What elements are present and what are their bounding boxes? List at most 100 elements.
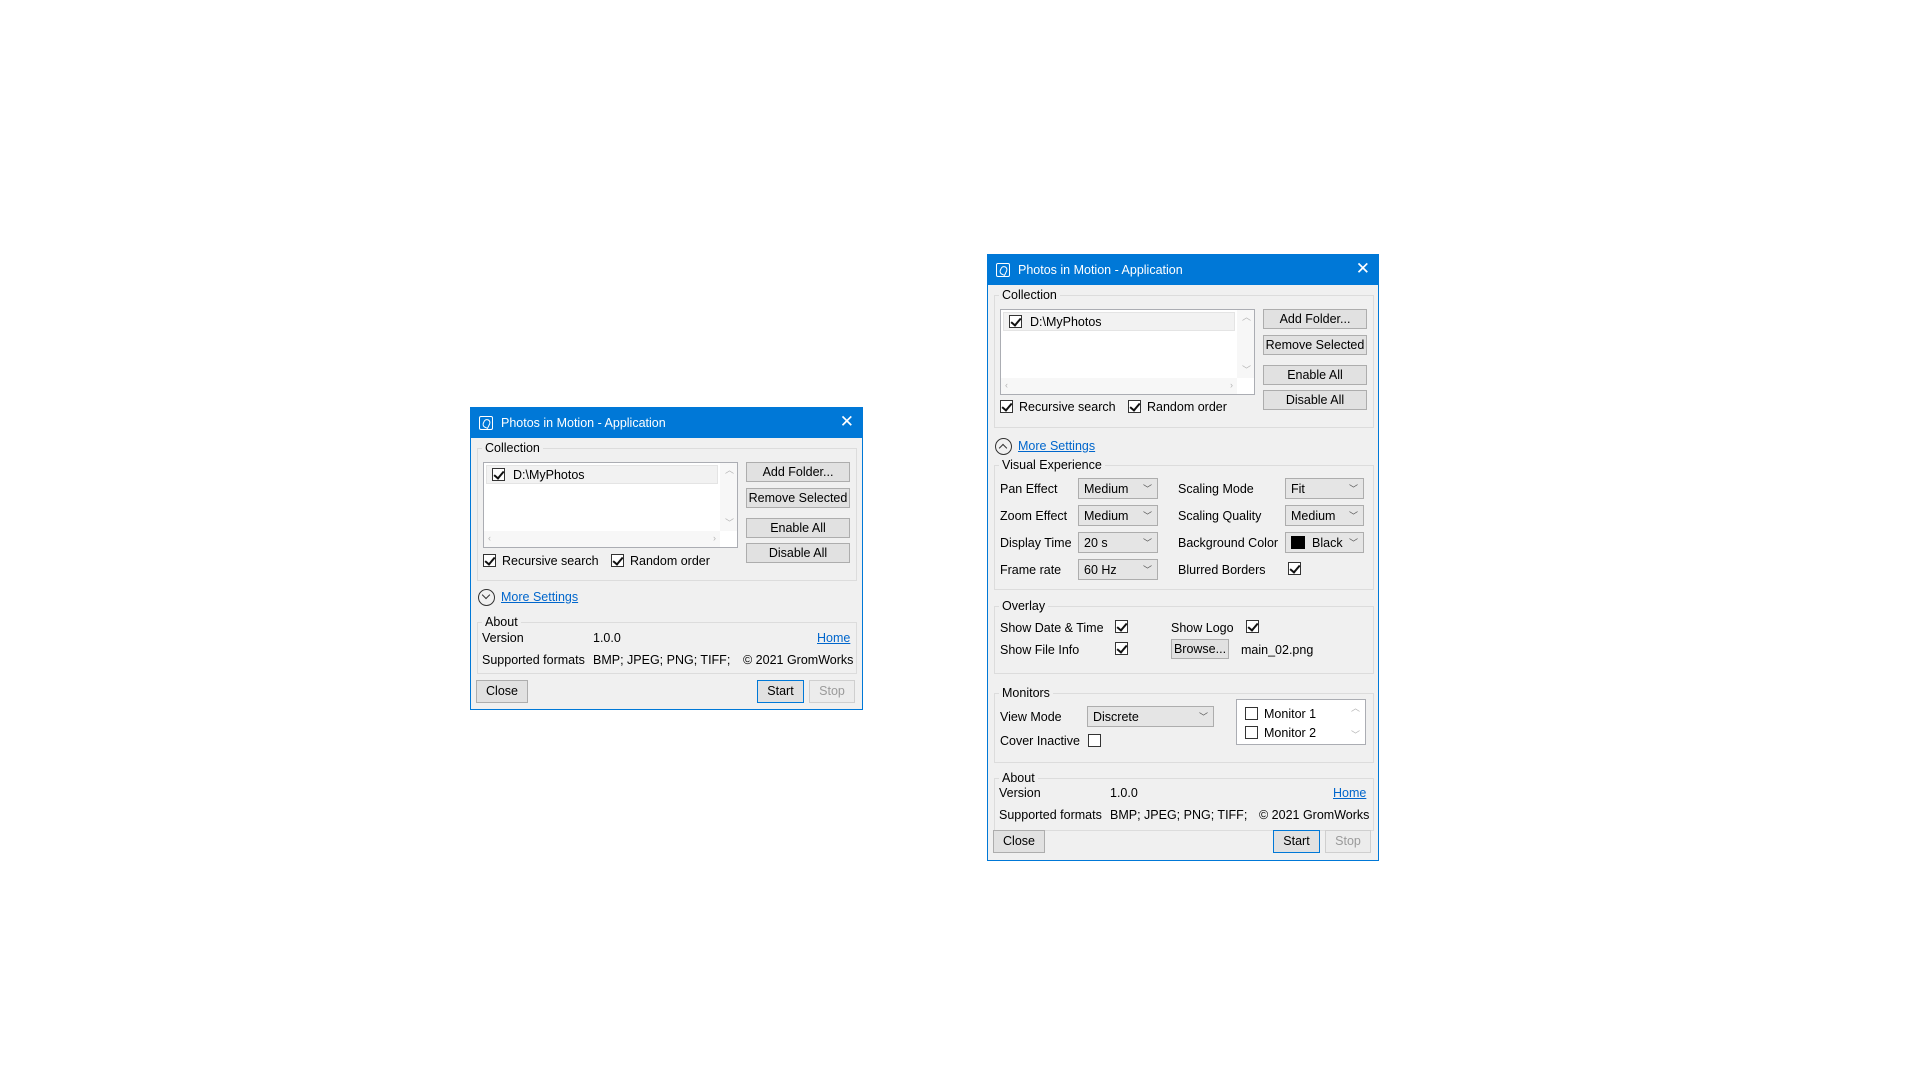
random-order-label[interactable]: Random order bbox=[1147, 400, 1227, 414]
recursive-search-checkbox[interactable] bbox=[1000, 400, 1013, 413]
blurred-borders-label: Blurred Borders bbox=[1178, 563, 1266, 577]
scaling-mode-dropdown[interactable]: Fit ﹀ bbox=[1285, 478, 1364, 499]
show-date-time-checkbox[interactable] bbox=[1115, 620, 1128, 633]
show-date-time-label: Show Date & Time bbox=[1000, 621, 1104, 635]
about-label: About bbox=[999, 771, 1038, 785]
show-logo-checkbox[interactable] bbox=[1246, 620, 1259, 633]
display-time-value: 20 s bbox=[1084, 536, 1108, 550]
folder-list[interactable]: D:\MyPhotos ︿ ﹀ ‹ › bbox=[483, 462, 738, 548]
recursive-search-checkbox[interactable] bbox=[483, 554, 496, 567]
recursive-search-label[interactable]: Recursive search bbox=[502, 554, 599, 568]
scroll-up-icon[interactable]: ︿ bbox=[1242, 313, 1251, 322]
random-order-checkbox[interactable] bbox=[611, 554, 624, 567]
scroll-right-icon[interactable]: › bbox=[1230, 381, 1233, 390]
collapse-chevron-icon[interactable] bbox=[995, 438, 1012, 455]
stop-button[interactable]: Stop bbox=[1325, 830, 1371, 853]
chevron-down-icon: ﹀ bbox=[1142, 538, 1152, 548]
browse-button[interactable]: Browse... bbox=[1171, 639, 1229, 659]
monitor-2-label[interactable]: Monitor 2 bbox=[1264, 726, 1316, 740]
about-label: About bbox=[482, 615, 521, 629]
close-icon[interactable]: ✕ bbox=[1356, 260, 1370, 278]
list-item[interactable]: D:\MyPhotos bbox=[486, 465, 718, 484]
scroll-left-icon[interactable]: ‹ bbox=[488, 534, 491, 543]
scroll-down-icon[interactable]: ﹀ bbox=[1242, 366, 1251, 375]
background-color-dropdown[interactable]: Black ﹀ bbox=[1285, 532, 1364, 553]
chevron-down-icon: ﹀ bbox=[1348, 511, 1358, 521]
collection-label: Collection bbox=[482, 441, 543, 455]
vertical-scrollbar[interactable]: ︿ ﹀ bbox=[1237, 310, 1254, 378]
more-settings-link[interactable]: More Settings bbox=[1018, 439, 1095, 453]
expand-chevron-icon[interactable] bbox=[478, 589, 495, 606]
chevron-down-icon: ﹀ bbox=[1348, 538, 1358, 548]
home-link[interactable]: Home bbox=[817, 631, 850, 645]
close-button[interactable]: Close bbox=[993, 830, 1045, 853]
blurred-borders-checkbox[interactable] bbox=[1288, 562, 1301, 575]
recursive-search-label[interactable]: Recursive search bbox=[1019, 400, 1116, 414]
start-button[interactable]: Start bbox=[1273, 830, 1320, 853]
logo-file-name: main_02.png bbox=[1241, 643, 1314, 657]
scaling-mode-label: Scaling Mode bbox=[1178, 482, 1254, 496]
overlay-label: Overlay bbox=[999, 599, 1049, 613]
monitor-1-checkbox[interactable] bbox=[1245, 707, 1258, 720]
background-color-value: Black bbox=[1312, 536, 1343, 550]
title-bar[interactable]: Photos in Motion - Application ✕ bbox=[988, 255, 1378, 285]
random-order-label[interactable]: Random order bbox=[630, 554, 710, 568]
remove-selected-button[interactable]: Remove Selected bbox=[746, 488, 850, 508]
horizontal-scrollbar[interactable]: ‹ › bbox=[1001, 378, 1237, 394]
add-folder-button[interactable]: Add Folder... bbox=[1263, 309, 1367, 329]
enable-all-button[interactable]: Enable All bbox=[746, 518, 850, 538]
frame-rate-dropdown[interactable]: 60 Hz ﹀ bbox=[1078, 559, 1158, 580]
pan-effect-value: Medium bbox=[1084, 482, 1129, 496]
vertical-scrollbar[interactable]: ︿ ﹀ bbox=[720, 463, 737, 531]
scroll-up-icon[interactable]: ︿ bbox=[1351, 704, 1360, 713]
scroll-down-icon[interactable]: ﹀ bbox=[1351, 731, 1360, 740]
folder-enabled-checkbox[interactable] bbox=[1009, 315, 1022, 328]
show-file-info-checkbox[interactable] bbox=[1115, 642, 1128, 655]
frame-rate-label: Frame rate bbox=[1000, 563, 1062, 577]
version-label: Version bbox=[482, 631, 524, 645]
folder-path: D:\MyPhotos bbox=[1030, 315, 1102, 329]
scroll-down-icon[interactable]: ﹀ bbox=[725, 519, 734, 528]
remove-selected-button[interactable]: Remove Selected bbox=[1263, 335, 1367, 355]
disable-all-button[interactable]: Disable All bbox=[746, 543, 850, 563]
about-group bbox=[994, 778, 1374, 831]
monitor-2-checkbox[interactable] bbox=[1245, 726, 1258, 739]
folder-list[interactable]: D:\MyPhotos ︿ ﹀ ‹ › bbox=[1000, 309, 1255, 395]
zoom-effect-value: Medium bbox=[1084, 509, 1129, 523]
title-bar[interactable]: Photos in Motion - Application ✕ bbox=[471, 408, 862, 438]
copyright-text: © 2021 GromWorks bbox=[743, 653, 854, 667]
list-item[interactable]: D:\MyPhotos bbox=[1003, 312, 1235, 331]
show-logo-label: Show Logo bbox=[1171, 621, 1234, 635]
window-title: Photos in Motion - Application bbox=[1018, 263, 1183, 277]
pan-effect-label: Pan Effect bbox=[1000, 482, 1058, 496]
disable-all-button[interactable]: Disable All bbox=[1263, 390, 1367, 410]
scroll-right-icon[interactable]: › bbox=[713, 534, 716, 543]
background-color-label: Background Color bbox=[1178, 536, 1279, 550]
monitor-1-label[interactable]: Monitor 1 bbox=[1264, 707, 1316, 721]
pan-effect-dropdown[interactable]: Medium ﹀ bbox=[1078, 478, 1158, 499]
monitor-list[interactable]: Monitor 1 Monitor 2 ︿ ﹀ bbox=[1236, 699, 1366, 745]
horizontal-scrollbar[interactable]: ‹ › bbox=[484, 531, 720, 547]
cover-inactive-label: Cover Inactive bbox=[1000, 734, 1080, 748]
more-settings-link[interactable]: More Settings bbox=[501, 590, 578, 604]
large-app-window: Photos in Motion - Application ✕ Collect… bbox=[987, 254, 1379, 861]
home-link[interactable]: Home bbox=[1333, 786, 1366, 800]
scroll-left-icon[interactable]: ‹ bbox=[1005, 381, 1008, 390]
random-order-checkbox[interactable] bbox=[1128, 400, 1141, 413]
app-icon bbox=[479, 416, 493, 430]
enable-all-button[interactable]: Enable All bbox=[1263, 365, 1367, 385]
scaling-quality-dropdown[interactable]: Medium ﹀ bbox=[1285, 505, 1364, 526]
display-time-dropdown[interactable]: 20 s ﹀ bbox=[1078, 532, 1158, 553]
close-icon[interactable]: ✕ bbox=[840, 413, 854, 431]
scroll-up-icon[interactable]: ︿ bbox=[725, 466, 734, 475]
folder-enabled-checkbox[interactable] bbox=[492, 468, 505, 481]
app-icon bbox=[996, 263, 1010, 277]
zoom-effect-dropdown[interactable]: Medium ﹀ bbox=[1078, 505, 1158, 526]
start-button[interactable]: Start bbox=[757, 680, 804, 703]
chevron-down-icon: ﹀ bbox=[1142, 484, 1152, 494]
cover-inactive-checkbox[interactable] bbox=[1088, 734, 1101, 747]
stop-button[interactable]: Stop bbox=[809, 680, 855, 703]
view-mode-dropdown[interactable]: Discrete ﹀ bbox=[1087, 706, 1214, 727]
close-button[interactable]: Close bbox=[476, 680, 528, 703]
add-folder-button[interactable]: Add Folder... bbox=[746, 462, 850, 482]
